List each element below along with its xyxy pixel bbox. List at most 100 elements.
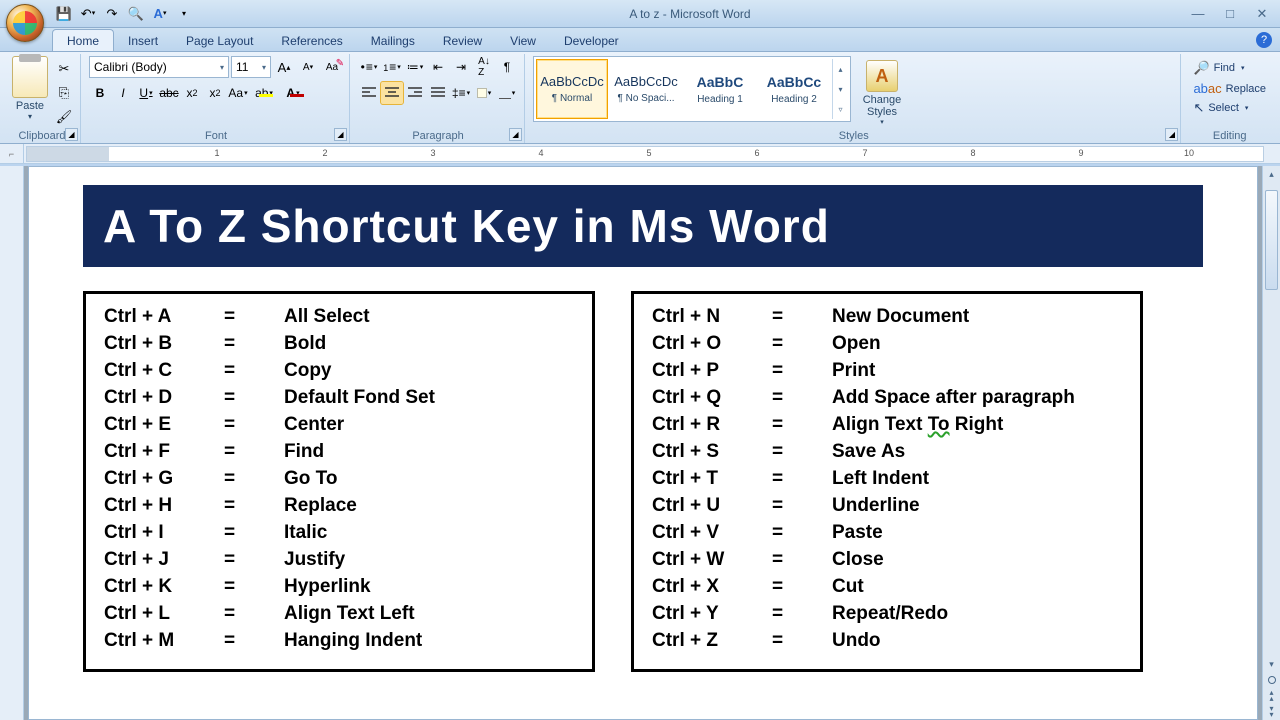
font-name-input[interactable] xyxy=(94,60,216,74)
select-button[interactable]: ↖Select▾ xyxy=(1189,99,1270,116)
font-size-input[interactable] xyxy=(236,60,258,74)
shading-button[interactable]: ▾ xyxy=(473,82,495,104)
doc-heading: A To Z Shortcut Key in Ms Word xyxy=(83,185,1203,267)
shortcut-table-right: Ctrl + N=New DocumentCtrl + O=OpenCtrl +… xyxy=(631,291,1143,672)
scroll-up-icon[interactable]: ▴ xyxy=(1263,166,1280,182)
borders-button[interactable]: ▾ xyxy=(496,82,518,104)
group-label-editing: Editing xyxy=(1189,128,1270,143)
style-icon[interactable]: A▾ xyxy=(150,4,170,24)
paste-button[interactable]: Paste ▾ xyxy=(10,56,50,128)
close-button[interactable]: ✕ xyxy=(1250,5,1274,23)
change-case-button[interactable]: Aa▾ xyxy=(227,82,249,104)
tab-home[interactable]: Home xyxy=(52,29,114,51)
gallery-more-icon[interactable]: ▿ xyxy=(833,99,848,119)
paragraph-dialog-launcher[interactable]: ◢ xyxy=(509,128,522,141)
tab-mailings[interactable]: Mailings xyxy=(357,30,429,51)
tab-view[interactable]: View xyxy=(496,30,550,51)
decrease-indent-button[interactable]: ⇤ xyxy=(427,56,449,78)
align-center-button[interactable] xyxy=(381,82,403,104)
cut-icon[interactable]: ✂ xyxy=(54,58,74,78)
tab-insert[interactable]: Insert xyxy=(114,30,172,51)
italic-button[interactable]: I xyxy=(112,82,134,104)
scroll-down-icon[interactable]: ▾ xyxy=(1263,656,1280,672)
multilevel-list-button[interactable]: ≔▾ xyxy=(404,56,426,78)
group-label-font: Font xyxy=(89,128,343,143)
minimize-button[interactable]: — xyxy=(1186,5,1210,23)
save-icon[interactable]: 💾 xyxy=(54,4,74,24)
font-dialog-launcher[interactable]: ◢ xyxy=(334,128,347,141)
styles-dialog-launcher[interactable]: ◢ xyxy=(1165,128,1178,141)
shortcut-row: Ctrl + K=Hyperlink xyxy=(104,574,574,601)
underline-button[interactable]: U▾ xyxy=(135,82,157,104)
qat-customize-icon[interactable]: ▾ xyxy=(174,4,194,24)
horizontal-ruler[interactable]: 12345678910 xyxy=(26,146,1264,162)
style-normal[interactable]: AaBbCcDc ¶ Normal xyxy=(536,59,608,119)
vertical-scrollbar[interactable]: ▴ ▾ ▴▴ ▾▾ xyxy=(1262,166,1280,720)
browse-object-icon[interactable] xyxy=(1263,672,1280,688)
shortcut-row: Ctrl + M=Hanging Indent xyxy=(104,628,574,655)
page[interactable]: A To Z Shortcut Key in Ms Word Ctrl + A=… xyxy=(28,166,1258,720)
group-editing: 🔎Find▾ abacReplace ↖Select▾ Editing xyxy=(1183,54,1276,143)
superscript-button[interactable]: x2 xyxy=(204,82,226,104)
styles-gallery-scroll[interactable]: ▴ ▾ ▿ xyxy=(832,59,848,119)
vertical-ruler[interactable] xyxy=(0,166,24,720)
shortcut-row: Ctrl + Z=Undo xyxy=(652,628,1122,655)
gallery-down-icon[interactable]: ▾ xyxy=(833,79,848,99)
show-marks-button[interactable]: ¶ xyxy=(496,56,518,78)
tab-developer[interactable]: Developer xyxy=(550,30,633,51)
bullets-button[interactable]: ≡▾ xyxy=(358,56,380,78)
redo-icon[interactable]: ↷ xyxy=(102,4,122,24)
shortcut-row: Ctrl + A=All Select xyxy=(104,304,574,331)
next-page-icon[interactable]: ▾▾ xyxy=(1263,704,1280,720)
font-name-combo[interactable]: ▾ xyxy=(89,56,229,78)
scroll-thumb[interactable] xyxy=(1265,190,1278,290)
undo-icon[interactable]: ↶▾ xyxy=(78,4,98,24)
print-preview-icon[interactable]: 🔍 xyxy=(126,4,146,24)
numbering-button[interactable]: ≡▾ xyxy=(381,56,403,78)
ruler-corner[interactable]: ⌐ xyxy=(0,144,24,163)
shortcut-row: Ctrl + L=Align Text Left xyxy=(104,601,574,628)
strikethrough-button[interactable]: abc xyxy=(158,82,180,104)
shortcut-row: Ctrl + S=Save As xyxy=(652,439,1122,466)
group-styles: AaBbCcDc ¶ Normal AaBbCcDc ¶ No Spaci...… xyxy=(527,54,1181,143)
align-left-button[interactable] xyxy=(358,82,380,104)
tab-review[interactable]: Review xyxy=(429,30,496,51)
shortcut-row: Ctrl + V=Paste xyxy=(652,520,1122,547)
highlight-button[interactable]: ab▾ xyxy=(250,82,278,104)
increase-indent-button[interactable]: ⇥ xyxy=(450,56,472,78)
help-icon[interactable]: ? xyxy=(1256,32,1272,48)
clear-formatting-button[interactable]: Aa✎ xyxy=(321,56,343,78)
prev-page-icon[interactable]: ▴▴ xyxy=(1263,688,1280,704)
gallery-up-icon[interactable]: ▴ xyxy=(833,59,848,79)
style-heading2[interactable]: AaBbCc Heading 2 xyxy=(758,59,830,119)
office-button[interactable] xyxy=(6,4,44,42)
clipboard-dialog-launcher[interactable]: ◢ xyxy=(65,128,78,141)
style-no-spacing[interactable]: AaBbCcDc ¶ No Spaci... xyxy=(610,59,682,119)
sort-button[interactable]: A↓Z xyxy=(473,56,495,78)
maximize-button[interactable]: □ xyxy=(1218,5,1242,23)
font-color-button[interactable]: A▾ xyxy=(279,82,307,104)
align-right-button[interactable] xyxy=(404,82,426,104)
tab-references[interactable]: References xyxy=(267,30,356,51)
styles-gallery[interactable]: AaBbCcDc ¶ Normal AaBbCcDc ¶ No Spaci...… xyxy=(533,56,851,122)
change-styles-icon: A xyxy=(866,60,898,92)
format-painter-icon[interactable]: 🖌 xyxy=(54,106,74,126)
line-spacing-button[interactable]: ‡≡▾ xyxy=(450,82,472,104)
tab-page-layout[interactable]: Page Layout xyxy=(172,30,267,51)
shortcut-row: Ctrl + H=Replace xyxy=(104,493,574,520)
bold-button[interactable]: B xyxy=(89,82,111,104)
style-heading1[interactable]: AaBbC Heading 1 xyxy=(684,59,756,119)
justify-button[interactable] xyxy=(427,82,449,104)
font-size-combo[interactable]: ▾ xyxy=(231,56,271,78)
scroll-track[interactable] xyxy=(1263,182,1280,656)
replace-button[interactable]: abacReplace xyxy=(1189,80,1270,97)
shrink-font-button[interactable]: A▾ xyxy=(297,56,319,78)
change-styles-button[interactable]: A Change Styles ▾ xyxy=(855,56,909,126)
copy-icon[interactable]: ⎘ xyxy=(54,82,74,102)
find-button[interactable]: 🔎Find▾ xyxy=(1189,58,1270,78)
shortcut-row: Ctrl + P=Print xyxy=(652,358,1122,385)
subscript-button[interactable]: x2 xyxy=(181,82,203,104)
shortcut-row: Ctrl + E=Center xyxy=(104,412,574,439)
shortcut-row: Ctrl + Y=Repeat/Redo xyxy=(652,601,1122,628)
grow-font-button[interactable]: A▴ xyxy=(273,56,295,78)
